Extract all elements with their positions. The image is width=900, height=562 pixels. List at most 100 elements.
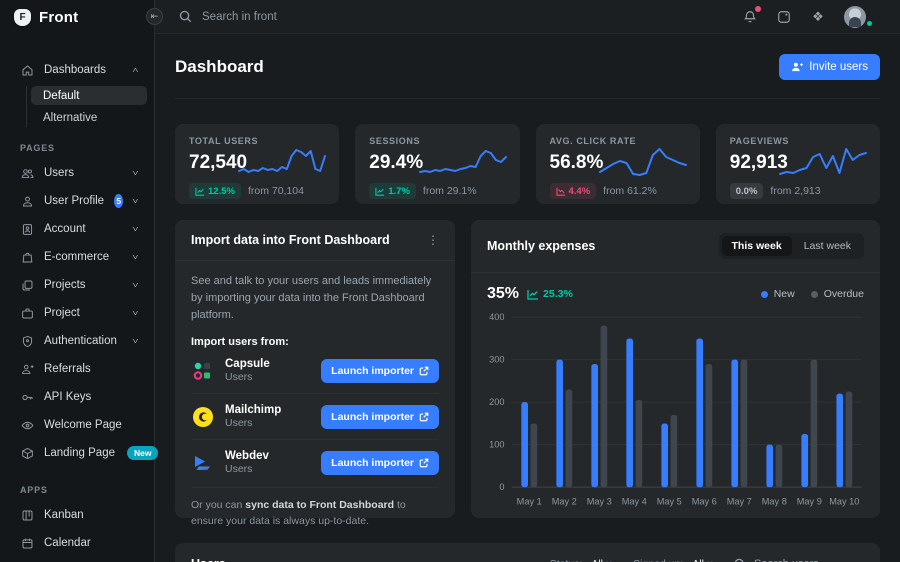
browse-templates-button[interactable] — [776, 9, 792, 25]
sidebar-item-label: API Keys — [44, 391, 91, 403]
apps-icon: ❖ — [812, 9, 824, 25]
topbar: ⇤ — [155, 0, 900, 34]
launch-importer-button[interactable]: Launch importer — [321, 359, 439, 383]
search-input[interactable] — [202, 11, 422, 23]
toggle-last-week[interactable]: Last week — [794, 236, 861, 256]
import-row-mailchimp: MailchimpUsers Launch importer — [191, 394, 439, 440]
brand-name: Front — [39, 9, 78, 26]
import-subheading: Import users from: — [191, 336, 439, 348]
svg-text:May 5: May 5 — [657, 497, 682, 507]
front-logo-icon: F — [14, 9, 31, 26]
sidebar-item-landing-page[interactable]: Landing PageNew — [0, 441, 154, 465]
legend-item-new[interactable]: New — [761, 288, 795, 300]
trend-up-icon — [527, 289, 539, 300]
key-icon — [20, 390, 34, 404]
new-badge: New — [127, 446, 158, 460]
capsule-logo — [191, 359, 215, 383]
svg-text:300: 300 — [489, 355, 504, 365]
import-row-capsule: CapsuleUsersLaunch importer — [191, 348, 439, 394]
eye-icon — [20, 418, 34, 432]
svg-text:May 2: May 2 — [552, 497, 577, 507]
id-card-icon — [20, 222, 34, 236]
toggle-this-week[interactable]: This week — [722, 236, 792, 256]
sidebar-item-authentication[interactable]: Authentication˅ — [0, 329, 154, 353]
signed-up-select[interactable]: All ˅ — [692, 558, 712, 562]
sidebar-item-label: User Profile — [44, 195, 104, 207]
sidebar-subitem-default[interactable]: Default — [31, 86, 147, 105]
users-search-input[interactable] — [754, 558, 864, 562]
notifications-button[interactable] — [742, 9, 758, 25]
sidebar-item-api-keys[interactable]: API Keys — [0, 385, 154, 409]
status-select[interactable]: All ˅ — [591, 558, 611, 562]
stat-card-avg-click-rate: AVG. CLICK RATE56.8%4.4%from 61.2% — [536, 124, 700, 204]
svg-text:May 4: May 4 — [622, 497, 647, 507]
svg-text:May 8: May 8 — [762, 497, 787, 507]
sidebar-subitem-alternative[interactable]: Alternative — [31, 108, 147, 127]
browse-icon — [777, 10, 791, 24]
sidebar-item-label: Landing Page — [44, 447, 115, 459]
bar-chart: 0100200300400May 1May 2May 3May 4May 5Ma… — [471, 305, 880, 520]
sidebar-item-project[interactable]: Project˅ — [0, 301, 154, 325]
svg-text:May 1: May 1 — [517, 497, 542, 507]
chevron-down-icon: ˅ — [132, 253, 139, 262]
change-badge: 1.7% — [369, 183, 416, 199]
stat-card-pageviews: PAGEVIEWS92,9130.0%from 2,913 — [716, 124, 880, 204]
sidebar-collapse-button[interactable]: ⇤ — [146, 8, 163, 25]
integration-name: Mailchimp — [225, 404, 281, 416]
sidebar-item-calendar[interactable]: Calendar — [0, 531, 154, 555]
sidebar-item-users[interactable]: Users˅ — [0, 161, 154, 185]
integration-sub: Users — [225, 417, 281, 429]
sparkline-chart — [778, 140, 868, 184]
sidebar-item-kanban[interactable]: Kanban — [0, 503, 154, 527]
sidebar-item-label: Project — [44, 307, 80, 319]
box-icon — [20, 446, 34, 460]
stat-comparison: from 2,913 — [770, 185, 820, 197]
bell-icon — [743, 10, 757, 24]
change-badge: 4.4% — [550, 183, 597, 199]
sidebar-item-welcome-page[interactable]: Welcome Page — [0, 413, 154, 437]
person-icon — [20, 194, 34, 208]
app-window: F Front Dashboards ˄ DefaultAlternative … — [0, 0, 900, 562]
import-row-webdev: WebdevUsersLaunch importer — [191, 440, 439, 485]
svg-text:May 9: May 9 — [797, 497, 822, 507]
dashboards-submenu: Default Alternative — [26, 86, 154, 127]
stats-row: TOTAL USERS72,54012.5%from 70,104SESSION… — [175, 124, 880, 204]
import-card-title: Import data into Front Dashboard — [191, 233, 390, 247]
change-badge: 0.0% — [730, 183, 764, 199]
sidebar-item-dashboards[interactable]: Dashboards ˄ — [0, 58, 154, 82]
apps-menu-button[interactable]: ❖ — [810, 9, 826, 25]
brand[interactable]: F Front — [0, 0, 154, 34]
svg-text:May 7: May 7 — [727, 497, 752, 507]
legend-item-overdue[interactable]: Overdue — [811, 288, 864, 300]
svg-text:May 3: May 3 — [587, 497, 612, 507]
sparkline-chart — [598, 140, 688, 184]
invite-users-button[interactable]: Invite users — [779, 54, 880, 80]
sidebar-item-label: E-commerce — [44, 251, 109, 263]
launch-importer-button[interactable]: Launch importer — [321, 451, 439, 475]
avatar[interactable] — [844, 6, 866, 28]
change-badge: 12.5% — [189, 183, 241, 199]
webdev-logo — [191, 451, 215, 475]
more-options-button[interactable]: ⋮ — [427, 234, 439, 246]
status-label: Status: — [550, 558, 583, 562]
users-table-card: Users Status: All ˅ Signed up: — [175, 543, 880, 562]
sidebar-item-e-commerce[interactable]: E-commerce ˅ — [0, 245, 154, 269]
sidebar-item-label: Dashboards — [44, 64, 106, 76]
shopping-bag-icon — [20, 250, 34, 264]
sidebar-item-user-profile[interactable]: User Profile5˅ — [0, 189, 154, 213]
stat-card-sessions: SESSIONS29.4%1.7%from 29.1% — [355, 124, 519, 204]
signed-up-filter: Signed up: All ˅ — [633, 558, 712, 562]
status-filter: Status: All ˅ — [550, 558, 611, 562]
import-footer: Or you can sync data to Front Dashboard … — [191, 487, 439, 530]
search-icon — [734, 558, 746, 562]
chevron-down-icon: ˅ — [132, 225, 139, 234]
import-description: See and talk to your users and leads imm… — [191, 273, 439, 324]
sidebar-item-label: Users — [44, 167, 74, 179]
sidebar-item-account[interactable]: Account˅ — [0, 217, 154, 241]
expenses-value: 35% — [487, 285, 519, 303]
sidebar-item-referrals[interactable]: Referrals — [0, 357, 154, 381]
chevron-down-icon: ˅ — [132, 337, 139, 346]
launch-importer-button[interactable]: Launch importer — [321, 405, 439, 429]
sidebar-item-projects[interactable]: Projects˅ — [0, 273, 154, 297]
external-link-icon — [419, 412, 429, 422]
